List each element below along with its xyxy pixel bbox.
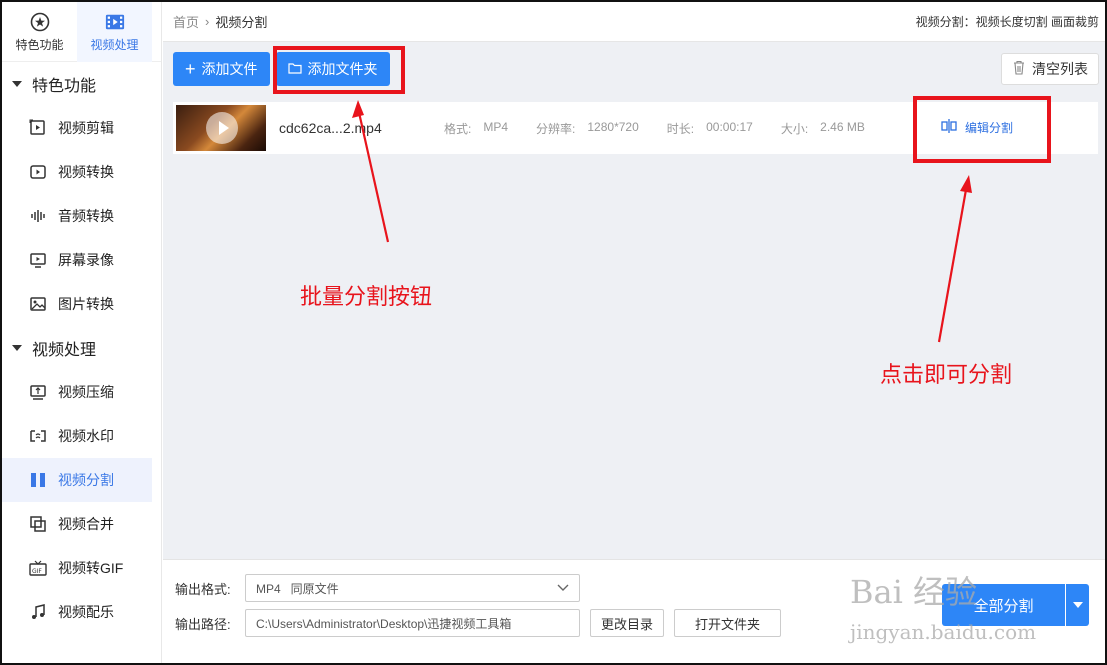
annotation-batch-split: 批量分割按钮 [300,285,433,310]
annotation-arrows [352,100,972,343]
baidu-watermark-url: jingyan.baidu.com [850,620,1037,644]
app-window: 特色功能 视频处理 特色功能 视频剪辑 视频转换 音频转换 屏幕录像 图片转换 … [0,0,1107,665]
baidu-watermark: Bai 经验 [850,573,978,611]
annotation-click-split: 点击即可分割 [880,363,1013,388]
